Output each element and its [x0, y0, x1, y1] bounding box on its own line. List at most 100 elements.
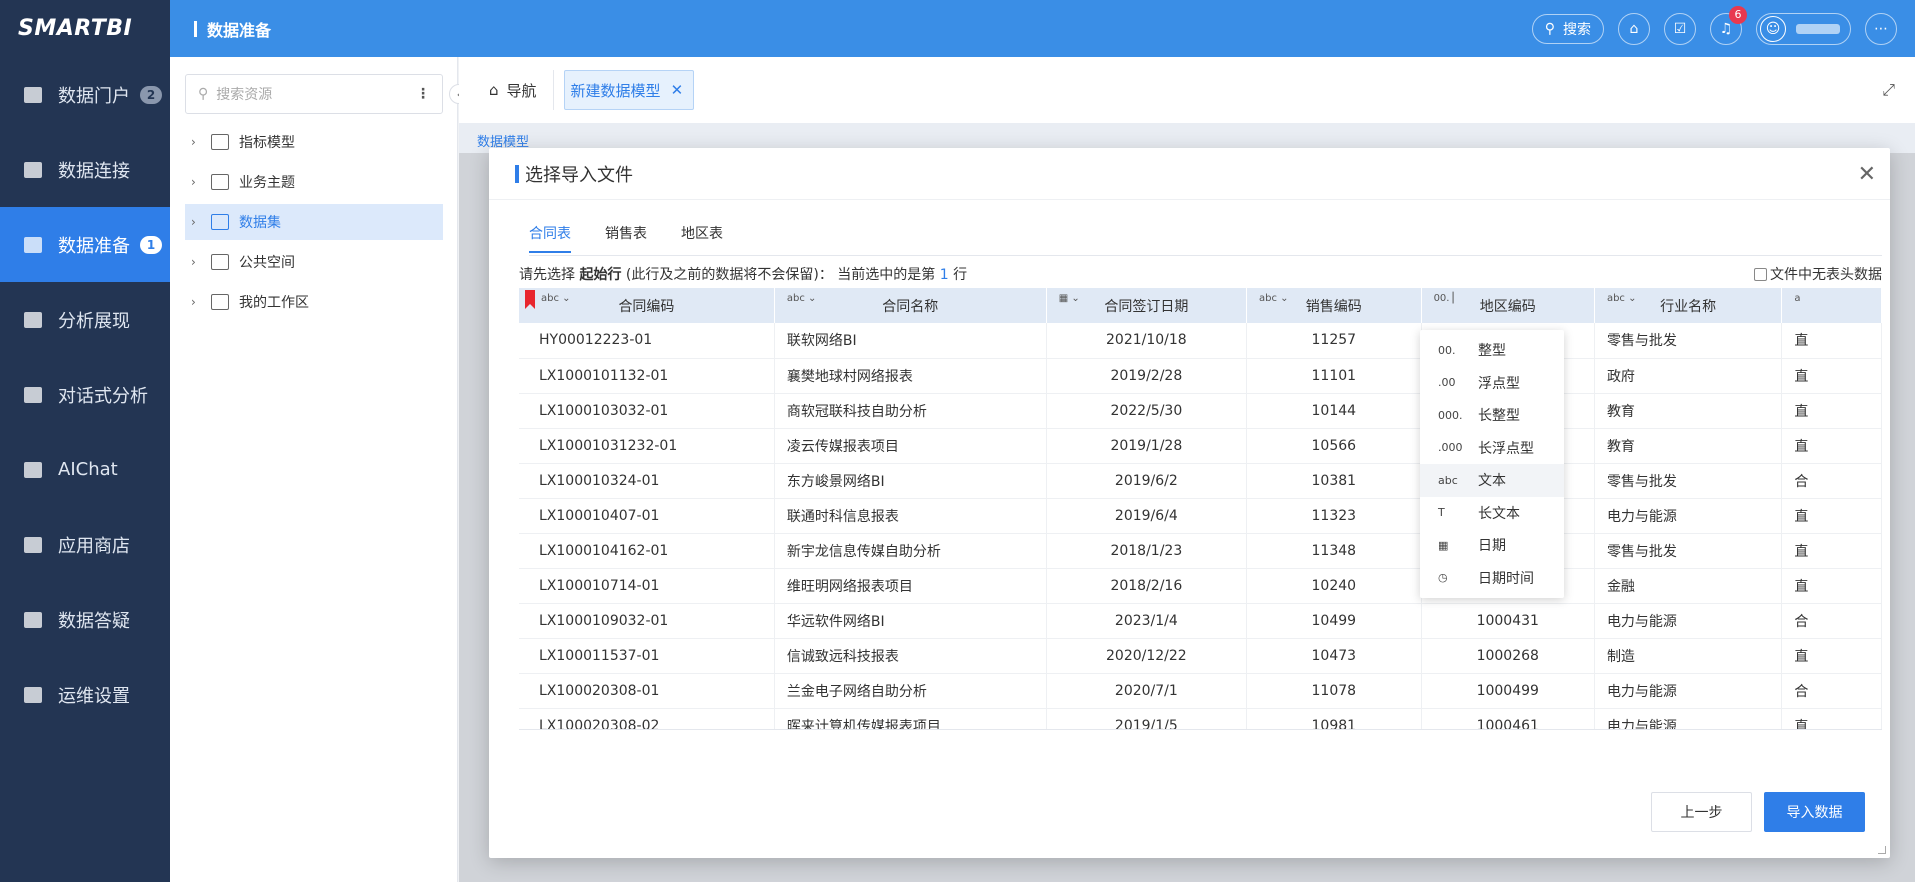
table-row[interactable]: LX1000104162-01 新宇龙信息传媒自助分析 2018/1/23 11348…	[519, 533, 1882, 569]
sidebar-item-8[interactable]: 运维设置	[0, 657, 170, 732]
column-type-dropdown: 00. 整型 .00 浮点型 000. 长整型 .000 长浮点型 abc 文本 T 长文本 ▦ 日期 ◷ 日…	[1420, 330, 1564, 598]
close-icon[interactable]: ✕	[1858, 162, 1876, 187]
resource-search-input[interactable]: 搜索资源	[216, 84, 272, 104]
table-row[interactable]: LX100010407-01联通时科信息报表2019/6/41132392电力与…	[519, 498, 1882, 534]
tree-item[interactable]: › 业务主题	[185, 164, 443, 200]
table-cell: 政府	[1594, 358, 1783, 394]
type-option[interactable]: T 长文本	[1420, 497, 1564, 530]
fullscreen-icon[interactable]: ⤢	[1882, 80, 1895, 100]
column-type-selector[interactable]: ▦ ⌄	[1059, 293, 1080, 304]
sheet-tab[interactable]: 合同表	[529, 223, 571, 253]
sidebar: SMARTBI 数据门户 2 数据连接数据准备 1 分析展现 对话式分析 AIChat 应用商…	[0, 0, 170, 882]
notifications-button[interactable]: ♫ 6	[1710, 5, 1747, 45]
table-cell: 零售与批发	[1594, 323, 1783, 359]
more-button[interactable]: ⋯	[1865, 12, 1897, 45]
tree-item[interactable]: › 数据集	[185, 204, 443, 240]
table-cell: 直	[1781, 638, 1882, 674]
column-type-selector[interactable]: a	[1794, 293, 1800, 304]
table-row[interactable]: HY00012223-01联软网络BI2021/10/181125755零售与批…	[519, 323, 1882, 359]
column-header[interactable]: abc ⌄ 合同编码	[519, 288, 775, 323]
sidebar-item-0[interactable]: 数据门户 2	[0, 57, 170, 132]
tab-new-data-model[interactable]: 新建数据模型 ✕	[563, 70, 695, 110]
column-type-selector[interactable]: abc ⌄	[1259, 293, 1289, 304]
sheet-tab[interactable]: 销售表	[605, 223, 647, 253]
type-option[interactable]: 00. 整型	[1420, 334, 1564, 367]
import-data-button[interactable]: 导入数据	[1764, 792, 1865, 832]
no-header-checkbox[interactable]: 文件中无表头数据	[1754, 264, 1882, 284]
resource-search[interactable]: ⚲ 搜索资源 ⋮	[185, 74, 443, 114]
table-row[interactable]: LX100010324-01东方峻景网络BI2019/6/21038108零售与…	[519, 463, 1882, 499]
chevron-right-icon[interactable]: ›	[191, 215, 205, 229]
resize-handle[interactable]	[1878, 846, 1886, 854]
close-icon[interactable]: ✕	[671, 81, 684, 99]
chevron-right-icon[interactable]: ›	[191, 295, 205, 309]
user-menu[interactable]: ☺	[1756, 12, 1851, 45]
table-cell: 电力与能源	[1594, 498, 1783, 534]
column-type-selector[interactable]: 00. ▏	[1434, 293, 1461, 304]
column-header[interactable]: ▦ ⌄ 合同签订日期	[1046, 288, 1248, 323]
column-header-label: 合同编码	[618, 298, 675, 315]
sidebar-item-2[interactable]: 数据准备 1	[0, 207, 170, 282]
app-logo[interactable]: SMARTBI	[0, 0, 170, 57]
chevron-right-icon[interactable]: ›	[191, 135, 205, 149]
column-header[interactable]: abc ⌄ 销售编码	[1246, 288, 1422, 323]
selected-row-number: 1	[939, 267, 949, 283]
table-row[interactable]: LX100020308-02 晖来计算机传媒报表项目 2019/1/5 10981 10…	[519, 708, 1882, 729]
type-label: 日期	[1478, 538, 1506, 555]
table-cell: 10381	[1246, 463, 1422, 499]
table-cell: 直	[1781, 428, 1882, 464]
table-cell: 襄樊地球村网络报表	[774, 358, 1047, 394]
type-option[interactable]: ▦ 日期	[1420, 529, 1564, 562]
chevron-right-icon[interactable]: ›	[191, 175, 205, 189]
sidebar-item-4[interactable]: 对话式分析	[0, 357, 170, 432]
sheet-tab[interactable]: 地区表	[681, 223, 723, 253]
start-row-flag-icon[interactable]	[525, 290, 535, 309]
type-label: 长文本	[1478, 505, 1520, 522]
home-button[interactable]: ⌂	[1618, 12, 1650, 45]
more-vertical-icon[interactable]: ⋮	[416, 86, 430, 102]
chevron-right-icon[interactable]: ›	[191, 255, 205, 269]
global-search-button[interactable]: ⚲ 搜索	[1531, 13, 1604, 44]
table-cell: 2019/6/4	[1046, 498, 1248, 534]
sidebar-item-6[interactable]: 应用商店	[0, 507, 170, 582]
table-cell: 电力与能源	[1594, 673, 1783, 709]
type-option[interactable]: .00 浮点型	[1420, 367, 1564, 400]
sidebar-item-7[interactable]: 数据答疑	[0, 582, 170, 657]
previous-step-button[interactable]: 上一步	[1651, 792, 1752, 832]
table-row[interactable]: LX10001031232-01凌云传媒报表项目2019/1/281056631…	[519, 428, 1882, 464]
column-type-selector[interactable]: abc ⌄	[787, 293, 817, 304]
table-row[interactable]: LX100020308-01 兰金电子网络自助分析 2020/7/1 11078 100…	[519, 673, 1882, 709]
table-cell: HY00012223-01	[519, 323, 775, 359]
column-header[interactable]: abc ⌄ 行业名称	[1594, 288, 1783, 323]
type-option[interactable]: 000. 长整型	[1420, 399, 1564, 432]
column-type-selector[interactable]: abc ⌄	[541, 293, 571, 304]
tree-item[interactable]: › 我的工作区	[185, 284, 443, 320]
sidebar-item-1[interactable]: 数据连接	[0, 132, 170, 207]
type-icon: abc	[1438, 473, 1458, 487]
table-cell: 新宇龙信息传媒自助分析	[774, 533, 1047, 569]
sidebar-item-5[interactable]: AIChat	[0, 432, 170, 507]
table-row[interactable]: LX1000109032-01 华远软件网络BI 2023/1/4 10499 1000…	[519, 603, 1882, 639]
table-row[interactable]: LX1000101132-01襄樊地球村网络报表2019/2/281110128…	[519, 358, 1882, 394]
type-icon: .00	[1438, 376, 1456, 390]
type-option[interactable]: ◷ 日期时间	[1420, 562, 1564, 595]
column-header[interactable]: a	[1781, 288, 1882, 323]
resource-panel: ⚲ 搜索资源 ⋮ › 指标模型 › 业务主题 › 数据集 › 公共空间 › 我的工作区	[170, 57, 458, 882]
tree-item[interactable]: › 指标模型	[185, 124, 443, 160]
table-row[interactable]: LX1000103032-01商软冠联科技自助分析2022/5/30101443…	[519, 393, 1882, 429]
sidebar-item-label: 数据连接	[58, 160, 130, 182]
type-option[interactable]: abc 文本	[1420, 464, 1564, 497]
column-header[interactable]: 00. ▏ 地区编码	[1421, 288, 1595, 323]
column-type-selector[interactable]: abc ⌄	[1607, 293, 1637, 304]
table-row[interactable]: LX100010714-01维旺明网络报表项目2018/2/161024020金…	[519, 568, 1882, 604]
table-cell: 2020/12/22	[1046, 638, 1248, 674]
column-header[interactable]: abc ⌄ 合同名称	[774, 288, 1047, 323]
tasks-button[interactable]: ☑	[1664, 12, 1696, 45]
checkbox-icon[interactable]	[1754, 267, 1767, 281]
tree-item[interactable]: › 公共空间	[185, 244, 443, 280]
search-icon: ⚲	[1544, 20, 1555, 37]
table-row[interactable]: LX100011537-01 信诚致远科技报表 2020/12/22 10473 100…	[519, 638, 1882, 674]
type-option[interactable]: .000 长浮点型	[1420, 432, 1564, 465]
tab-navigation[interactable]: ⌂ 导航	[459, 70, 554, 110]
sidebar-item-3[interactable]: 分析展现	[0, 282, 170, 357]
